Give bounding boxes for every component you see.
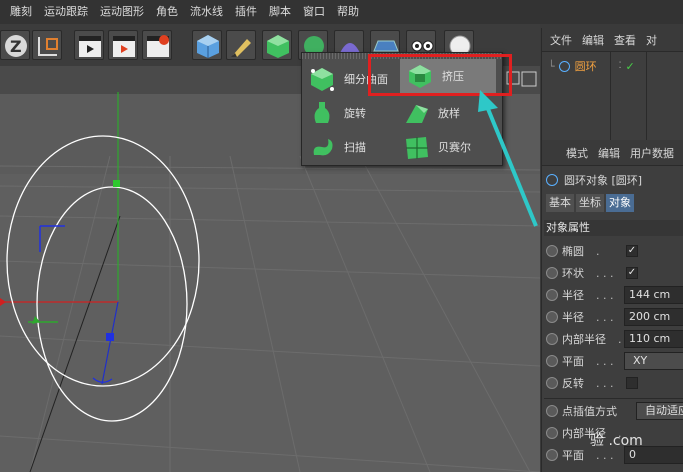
cube-primitive-button[interactable] xyxy=(192,30,222,60)
attribute-subtabs: 基本 坐标 对象 xyxy=(546,194,636,212)
attribute-title: 圆环对象 [圆环] xyxy=(546,172,642,188)
radius-2-field[interactable]: 200 cm xyxy=(624,308,683,326)
inner-radius-field[interactable]: 110 cm xyxy=(624,330,683,348)
menu-window[interactable]: 窗口 xyxy=(297,0,331,24)
lathe-icon xyxy=(314,102,330,123)
prop-inner-radius: 内部半径 . 110 cm xyxy=(546,328,683,350)
render-view-button[interactable] xyxy=(74,30,104,60)
om-menu-view[interactable]: 查看 xyxy=(614,32,636,48)
menu-motion-tracking[interactable]: 运动跟踪 xyxy=(38,0,94,24)
popup-item-sweep[interactable]: 扫描 xyxy=(308,129,400,165)
circle-object-icon xyxy=(546,174,558,186)
om-menu-file[interactable]: 文件 xyxy=(550,32,572,48)
menu-mograph[interactable]: 运动图形 xyxy=(94,0,150,24)
animate-radio[interactable] xyxy=(546,427,558,439)
green-cube-icon xyxy=(267,35,289,58)
prop-ellipse: 椭圆 . ✓ xyxy=(546,240,683,262)
menu-plugins[interactable]: 插件 xyxy=(229,0,263,24)
section-title: 对象属性 xyxy=(544,220,683,236)
subdivision-surface-icon xyxy=(311,68,334,91)
am-menu-edit[interactable]: 编辑 xyxy=(598,145,620,161)
interpolation-dropdown[interactable]: 自动适应 xyxy=(636,402,683,420)
world-coordinates-button[interactable] xyxy=(32,30,62,60)
circle-spline-icon xyxy=(558,60,570,72)
animate-radio[interactable] xyxy=(546,333,558,345)
subtab-object[interactable]: 对象 xyxy=(606,194,634,212)
prop-interpolation: 点插值方式 自动适应 xyxy=(546,400,683,422)
clapper-icon xyxy=(79,36,101,57)
attribute-manager: 模式 编辑 用户数据 圆环对象 [圆环] 基本 坐标 对象 对象属性 椭圆 . … xyxy=(541,140,683,472)
prop-radius-2: 半径 . . . 200 cm xyxy=(546,306,683,328)
object-manager: 文件 编辑 查看 对 └ 圆环 ⁚ ✓ xyxy=(541,28,683,140)
loft-icon xyxy=(406,105,428,123)
visibility-dots-icon[interactable]: ⁚ xyxy=(619,61,622,71)
annotation-arrow xyxy=(478,90,538,227)
render-picture-viewer-button[interactable] xyxy=(108,30,138,60)
om-menu-object[interactable]: 对 xyxy=(646,32,657,48)
attribute-title-text: 圆环对象 [圆环] xyxy=(564,174,643,187)
z-handle[interactable] xyxy=(106,333,114,341)
animate-radio[interactable] xyxy=(546,377,558,389)
coordinate-system-icon xyxy=(38,37,58,56)
menu-sculpt[interactable]: 雕刻 xyxy=(4,0,38,24)
menu-script[interactable]: 脚本 xyxy=(263,0,297,24)
z-axis-lock-button[interactable]: Z xyxy=(0,30,30,60)
am-menu-mode[interactable]: 模式 xyxy=(566,145,588,161)
animate-radio[interactable] xyxy=(546,405,558,417)
enabled-check-icon[interactable]: ✓ xyxy=(626,60,635,73)
animate-radio[interactable] xyxy=(546,355,558,367)
reverse-checkbox[interactable] xyxy=(626,377,638,389)
prop-reverse: 反转 . . . xyxy=(546,372,683,394)
object-row-ring[interactable]: └ 圆环 ⁚ ✓ xyxy=(542,56,683,76)
plane-dropdown[interactable]: XY xyxy=(624,352,683,370)
subdivision-surface-button[interactable] xyxy=(262,30,292,60)
pen-icon xyxy=(231,39,251,57)
menu-bar: 雕刻 运动跟踪 运动图形 角色 流水线 插件 脚本 窗口 帮助 xyxy=(0,0,683,24)
animate-radio[interactable] xyxy=(546,267,558,279)
prop-ring: 环状 . . . ✓ xyxy=(546,262,683,284)
render-settings-button[interactable] xyxy=(142,30,172,60)
subtab-basic[interactable]: 基本 xyxy=(546,194,574,212)
object-manager-tabs: 文件 编辑 查看 对 xyxy=(542,28,683,52)
menu-character[interactable]: 角色 xyxy=(150,0,184,24)
pen-tool-button[interactable] xyxy=(226,30,256,60)
prop-radius-1: 半径 . . . 144 cm xyxy=(546,284,683,306)
hierarchy-line: └ xyxy=(548,59,555,73)
menu-help[interactable]: 帮助 xyxy=(331,0,365,24)
svg-text:Z: Z xyxy=(10,37,22,56)
y-handle[interactable] xyxy=(113,180,120,187)
om-menu-edit[interactable]: 编辑 xyxy=(582,32,604,48)
subtab-coord[interactable]: 坐标 xyxy=(576,194,604,212)
ellipse-checkbox[interactable]: ✓ xyxy=(626,245,638,257)
object-name: 圆环 xyxy=(574,60,597,73)
ring-checkbox[interactable]: ✓ xyxy=(626,267,638,279)
popup-item-lathe[interactable]: 旋转 xyxy=(308,95,400,131)
sweep-icon xyxy=(313,139,333,156)
bezier-icon xyxy=(406,137,428,159)
prop-plane: 平面 . . . XY xyxy=(546,350,683,372)
clapper-gear-icon xyxy=(147,35,169,57)
radius-1-field[interactable]: 144 cm xyxy=(624,286,683,304)
animate-radio[interactable] xyxy=(546,289,558,301)
attribute-manager-tabs: 模式 编辑 用户数据 xyxy=(542,140,683,166)
watermark: 验 .com xyxy=(590,433,643,449)
cube-icon xyxy=(197,35,219,58)
animate-radio[interactable] xyxy=(546,245,558,257)
animate-radio[interactable] xyxy=(546,311,558,323)
z-axis-icon: Z xyxy=(5,35,27,57)
menu-pipeline[interactable]: 流水线 xyxy=(184,0,229,24)
am-menu-userdata[interactable]: 用户数据 xyxy=(630,145,674,161)
animate-radio[interactable] xyxy=(546,449,558,461)
clapper-render-icon xyxy=(113,36,135,57)
